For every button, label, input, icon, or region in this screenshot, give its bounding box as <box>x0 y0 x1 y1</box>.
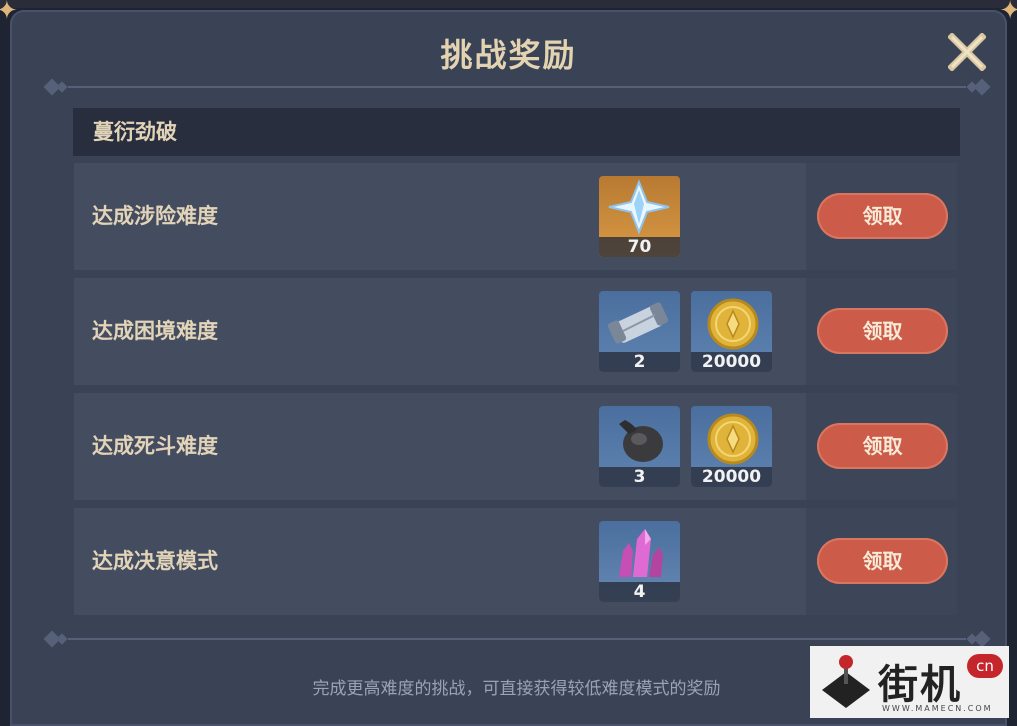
reward-item[interactable]: 3 <box>599 406 680 487</box>
close-icon <box>947 32 987 72</box>
claim-button[interactable]: 领取 <box>817 193 948 239</box>
row-label: 达成决意模式 <box>92 549 218 573</box>
reward-item[interactable]: 2 <box>599 291 680 372</box>
reward-item[interactable]: 20000 <box>691 291 772 372</box>
row-label: 达成死斗难度 <box>92 434 218 458</box>
reward-item[interactable]: 4 <box>599 521 680 602</box>
claim-button[interactable]: 领取 <box>817 423 948 469</box>
arcade-joystick-icon <box>822 655 870 708</box>
pouch-icon <box>619 420 663 462</box>
claim-button[interactable]: 领取 <box>817 538 948 584</box>
row-label: 达成困境难度 <box>92 319 218 343</box>
claim-button[interactable]: 领取 <box>817 308 948 354</box>
primogem-icon <box>608 179 670 235</box>
reward-row: 达成困境难度 2 20000 领取 <box>74 278 957 385</box>
panel-title: 挑战奖励 <box>440 36 577 74</box>
mora-coin-icon <box>707 413 759 465</box>
reward-row: 达成决意模式 4 领取 <box>74 508 957 615</box>
top-bar <box>0 0 1017 8</box>
close-button[interactable] <box>947 32 987 72</box>
scroll-icon <box>607 302 669 344</box>
mora-coin-icon <box>707 298 759 350</box>
bottom-divider <box>42 630 992 648</box>
section-header: 蔓衍劲破 <box>73 108 960 156</box>
reward-item[interactable]: 20000 <box>691 406 772 487</box>
reward-row: 达成死斗难度 3 20000 领取 <box>74 393 957 500</box>
reward-item[interactable]: 70 <box>599 176 680 257</box>
reward-row: 达成涉险难度 70 领取 <box>74 163 957 270</box>
watermark: 街机 cn WWW.MAMECN.COM <box>810 646 1009 718</box>
row-label: 达成涉险难度 <box>92 204 218 228</box>
crystal-icon <box>619 529 663 577</box>
top-divider <box>42 78 992 96</box>
